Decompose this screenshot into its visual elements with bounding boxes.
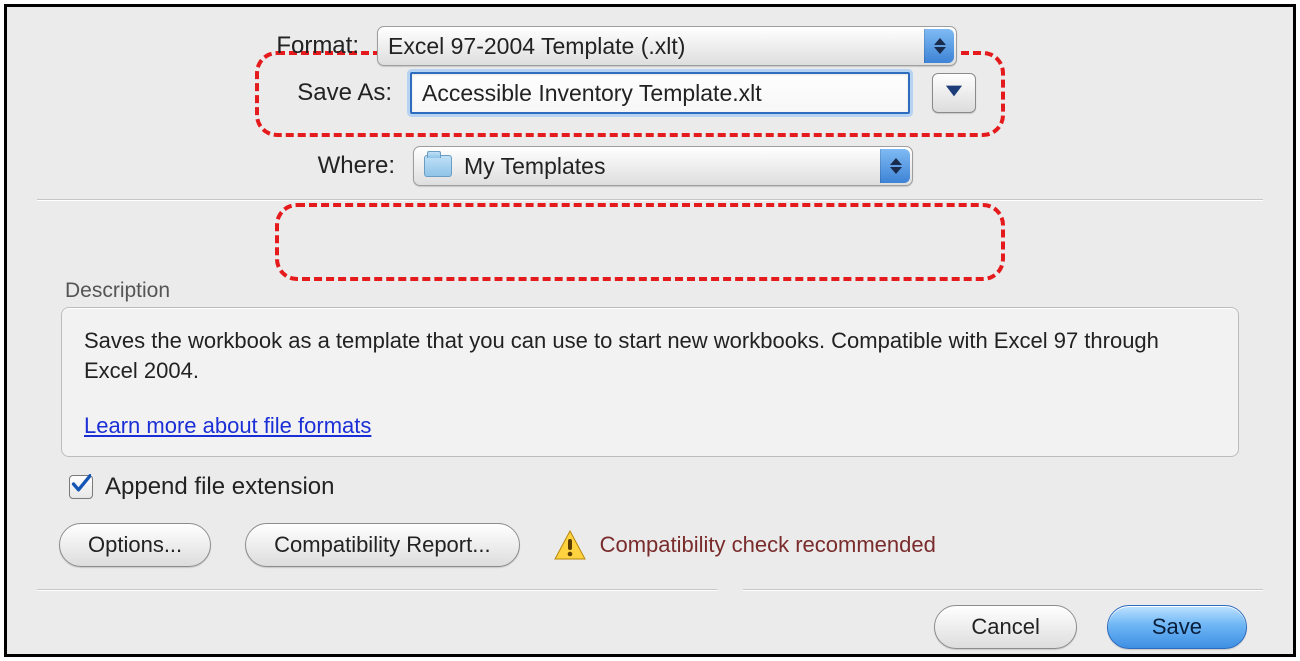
save-button[interactable]: Save xyxy=(1107,605,1247,649)
compat-warning: Compatibility check recommended xyxy=(554,530,936,560)
format-popup[interactable]: Excel 97-2004 Template (.xlt) xyxy=(377,26,957,66)
description-heading: Description xyxy=(65,279,170,303)
options-button[interactable]: Options... xyxy=(59,523,211,567)
description-box: Saves the workbook as a template that yo… xyxy=(61,307,1239,457)
format-value: Excel 97-2004 Template (.xlt) xyxy=(388,33,685,60)
where-value: My Templates xyxy=(464,153,605,180)
popup-arrows-icon xyxy=(880,149,910,183)
divider xyxy=(37,199,1263,201)
dialog-window: Save As: Accessible Inventory Template.x… xyxy=(4,4,1296,657)
expand-save-panel-button[interactable] xyxy=(932,73,976,113)
warning-icon xyxy=(554,530,586,560)
save-as-value: Accessible Inventory Template.xlt xyxy=(422,80,762,107)
where-label: Where: xyxy=(297,152,395,180)
append-extension-label: Append file extension xyxy=(105,473,335,501)
append-extension-checkbox[interactable] xyxy=(69,475,93,499)
save-as-input[interactable]: Accessible Inventory Template.xlt xyxy=(410,72,910,114)
folder-icon xyxy=(424,155,452,177)
annotation-highlight xyxy=(275,203,1005,281)
checkmark-icon xyxy=(71,473,91,501)
compat-warning-text: Compatibility check recommended xyxy=(600,532,936,558)
compat-report-button[interactable]: Compatibility Report... xyxy=(245,523,519,567)
file-formats-link[interactable]: Learn more about file formats xyxy=(84,413,371,439)
cancel-button[interactable]: Cancel xyxy=(934,605,1076,649)
chevron-down-icon xyxy=(943,82,965,105)
divider xyxy=(37,589,1263,591)
format-label: Format: xyxy=(259,32,359,60)
save-as-label: Save As: xyxy=(277,79,392,107)
popup-arrows-icon xyxy=(924,29,954,63)
where-popup[interactable]: My Templates xyxy=(413,146,913,186)
description-text: Saves the workbook as a template that yo… xyxy=(84,326,1218,385)
